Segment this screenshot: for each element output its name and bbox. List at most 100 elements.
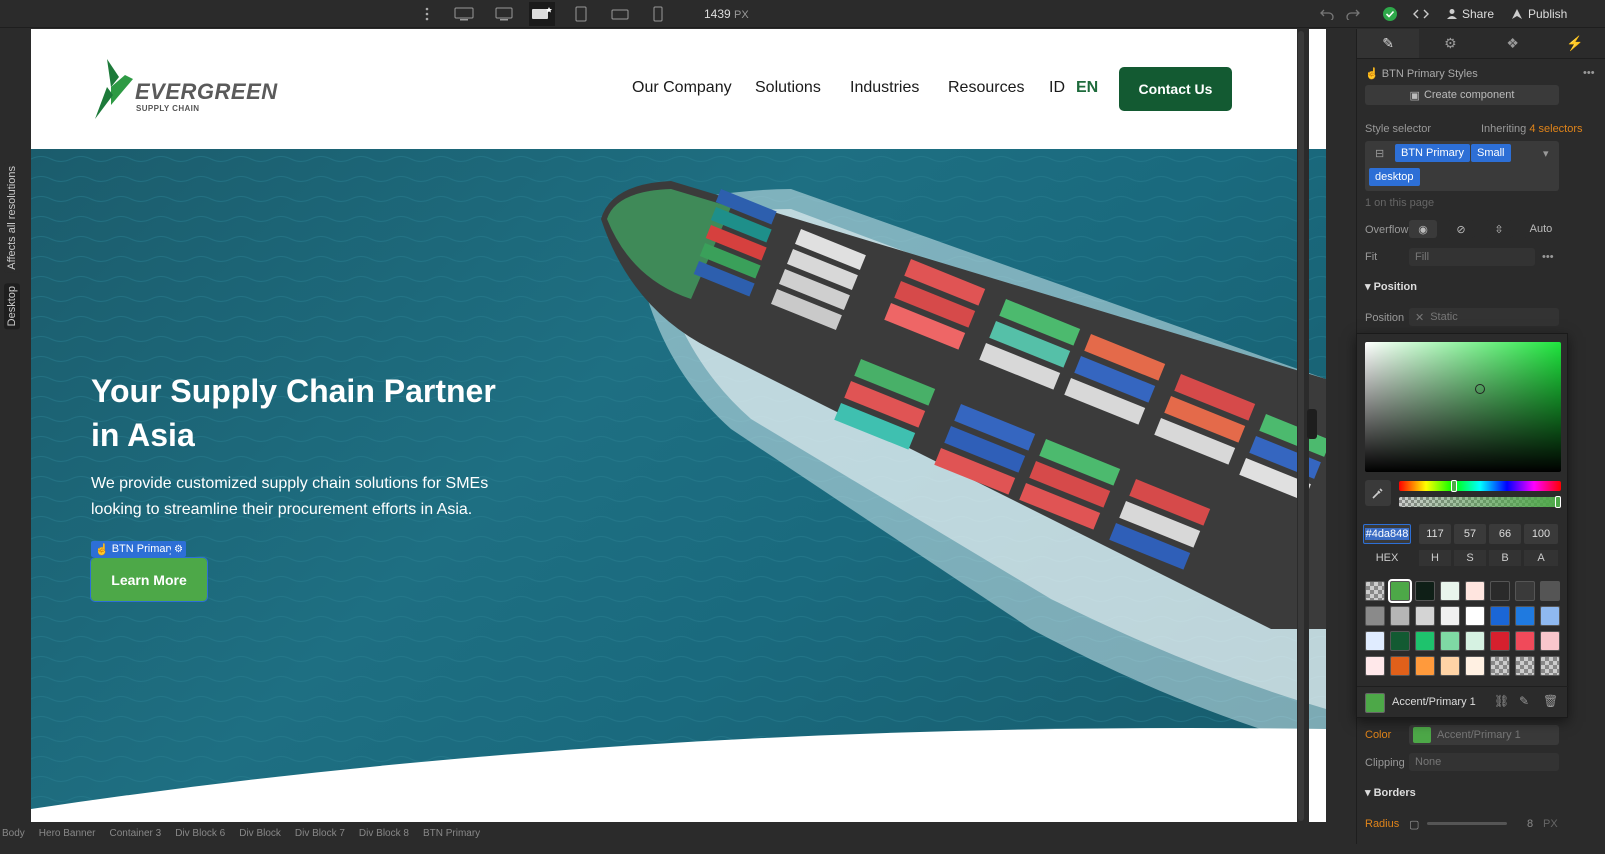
breadcrumb-item[interactable]: Hero Banner <box>39 828 96 839</box>
clipping-select[interactable]: None <box>1409 753 1559 771</box>
color-swatch-31[interactable] <box>1540 656 1560 676</box>
breadcrumb-item[interactable]: BTN Primary <box>423 828 480 839</box>
eyedropper-icon[interactable] <box>1365 480 1391 506</box>
color-swatch-30[interactable] <box>1515 656 1535 676</box>
position-select[interactable]: ✕ Static <box>1409 308 1559 326</box>
color-swatch-9[interactable] <box>1390 606 1410 626</box>
selector-dropdown-chevron-icon[interactable]: ▾ <box>1543 147 1549 160</box>
design-canvas[interactable]: EVERGREEN SUPPLY CHAIN Our Company Solut… <box>31 29 1326 844</box>
element-settings-gear-icon[interactable]: ⚙ <box>171 541 186 557</box>
desktop-xl-breakpoint-icon[interactable] <box>451 2 477 26</box>
breadcrumb-item[interactable]: Div Block 6 <box>175 828 225 839</box>
color-swatch-4[interactable] <box>1465 581 1485 601</box>
a-input[interactable]: 100 <box>1524 524 1558 544</box>
h-input[interactable]: 117 <box>1419 524 1451 544</box>
hue-slider[interactable] <box>1399 480 1561 492</box>
fit-select[interactable]: Fill <box>1409 248 1535 266</box>
overflow-visible-eye-icon[interactable]: ◉ <box>1409 220 1437 238</box>
color-swatch-25[interactable] <box>1390 656 1410 676</box>
color-swatch-5[interactable] <box>1490 581 1510 601</box>
tab-style-brush-icon[interactable]: ✎ <box>1357 29 1420 58</box>
color-swatch-27[interactable] <box>1440 656 1460 676</box>
evergreen-logo[interactable]: EVERGREEN SUPPLY CHAIN <box>93 57 283 121</box>
more-vertical-icon[interactable] <box>414 2 440 26</box>
lang-en-link[interactable]: EN <box>1076 79 1098 97</box>
overflow-scroll-icon[interactable]: ⇳ <box>1485 220 1513 238</box>
color-cursor[interactable] <box>1475 384 1485 394</box>
breadcrumb-item[interactable]: Div Block 7 <box>295 828 345 839</box>
s-input[interactable]: 57 <box>1454 524 1486 544</box>
b-input[interactable]: 66 <box>1489 524 1521 544</box>
color-swatch-29[interactable] <box>1490 656 1510 676</box>
tab-style-manager-drops-icon[interactable]: ❖ <box>1482 29 1544 58</box>
desktop-large-breakpoint-icon[interactable] <box>491 2 517 26</box>
color-swatch-10[interactable] <box>1415 606 1435 626</box>
overflow-auto-button[interactable]: Auto <box>1523 220 1559 238</box>
unlink-swatch-icon[interactable]: ⛓ <box>1494 694 1509 708</box>
overflow-hidden-icon[interactable]: ⊘ <box>1447 220 1475 238</box>
breadcrumb-item[interactable]: Container 3 <box>110 828 162 839</box>
color-swatch-21[interactable] <box>1490 631 1510 651</box>
chip-small[interactable]: Small <box>1471 144 1511 162</box>
color-swatch-6[interactable] <box>1515 581 1535 601</box>
code-icon[interactable] <box>1413 4 1429 24</box>
breadcrumb-item[interactable]: Div Block <box>239 828 281 839</box>
color-swatch-11[interactable] <box>1440 606 1460 626</box>
radius-value[interactable]: 8 <box>1527 818 1533 830</box>
position-section-header[interactable]: ▾ Position <box>1365 280 1417 293</box>
color-swatch-26[interactable] <box>1415 656 1435 676</box>
edit-swatch-pencil-icon[interactable]: ✎ <box>1519 694 1529 708</box>
share-button[interactable]: Share <box>1446 4 1494 24</box>
desktop-label[interactable]: Desktop <box>4 283 20 330</box>
more-options-icon[interactable]: ••• <box>1583 67 1595 79</box>
color-field[interactable]: Accent/Primary 1 <box>1409 725 1559 745</box>
selected-element-tag[interactable]: ☝ BTN Primary <box>91 541 179 557</box>
color-swatch-0[interactable] <box>1365 581 1385 601</box>
tablet-breakpoint-icon[interactable] <box>568 2 594 26</box>
color-swatch-19[interactable] <box>1440 631 1460 651</box>
color-swatch-8[interactable] <box>1365 606 1385 626</box>
color-swatch-16[interactable] <box>1365 631 1385 651</box>
publish-button[interactable]: Publish <box>1511 4 1567 24</box>
borders-section-header[interactable]: ▾ Borders <box>1365 786 1416 799</box>
color-swatch-20[interactable] <box>1465 631 1485 651</box>
color-swatch-7[interactable] <box>1540 581 1560 601</box>
fit-more-icon[interactable]: ••• <box>1542 251 1554 263</box>
color-swatch-14[interactable] <box>1515 606 1535 626</box>
desktop-base-breakpoint-icon[interactable] <box>529 2 555 26</box>
lang-id-link[interactable]: ID <box>1049 79 1065 97</box>
radius-slider[interactable] <box>1427 822 1507 825</box>
create-component-button[interactable]: ▣ Create component <box>1365 85 1559 105</box>
color-swatch-28[interactable] <box>1465 656 1485 676</box>
hex-label[interactable]: HEX <box>1363 550 1411 566</box>
tab-settings-gear-icon[interactable]: ⚙ <box>1419 29 1481 58</box>
color-swatch-3[interactable] <box>1440 581 1460 601</box>
chip-desktop[interactable]: desktop <box>1369 168 1420 186</box>
breadcrumb-item[interactable]: Div Block 8 <box>359 828 409 839</box>
breadcrumb-item[interactable]: Body <box>2 828 25 839</box>
check-status-icon[interactable] <box>1382 4 1398 24</box>
learn-more-button[interactable]: Learn More <box>90 557 208 602</box>
color-swatch-17[interactable] <box>1390 631 1410 651</box>
undo-icon[interactable] <box>1320 4 1334 24</box>
contact-us-button[interactable]: Contact Us <box>1119 67 1232 111</box>
color-swatch-22[interactable] <box>1515 631 1535 651</box>
nav-industries[interactable]: Industries <box>850 79 919 97</box>
color-swatch-12[interactable] <box>1465 606 1485 626</box>
color-swatch-1[interactable] <box>1388 579 1412 603</box>
radius-toggle-icon[interactable]: ▢ <box>1409 818 1419 831</box>
color-swatch-13[interactable] <box>1490 606 1510 626</box>
alpha-slider[interactable] <box>1399 496 1561 508</box>
color-swatch-24[interactable] <box>1365 656 1385 676</box>
color-swatch-2[interactable] <box>1415 581 1435 601</box>
mobile-portrait-breakpoint-icon[interactable] <box>645 2 671 26</box>
active-swatch[interactable] <box>1365 693 1385 713</box>
delete-swatch-trash-icon[interactable]: 🗑 <box>1543 694 1558 708</box>
canvas-resize-handle[interactable] <box>1307 409 1317 439</box>
color-swatch-18[interactable] <box>1415 631 1435 651</box>
inheriting-label[interactable]: Inheriting 4 selectors <box>1481 123 1583 135</box>
nav-solutions[interactable]: Solutions <box>755 79 821 97</box>
redo-icon[interactable] <box>1346 4 1360 24</box>
chip-btn-primary[interactable]: BTN Primary <box>1395 144 1470 162</box>
hex-input[interactable]: #4da848 <box>1363 524 1411 544</box>
